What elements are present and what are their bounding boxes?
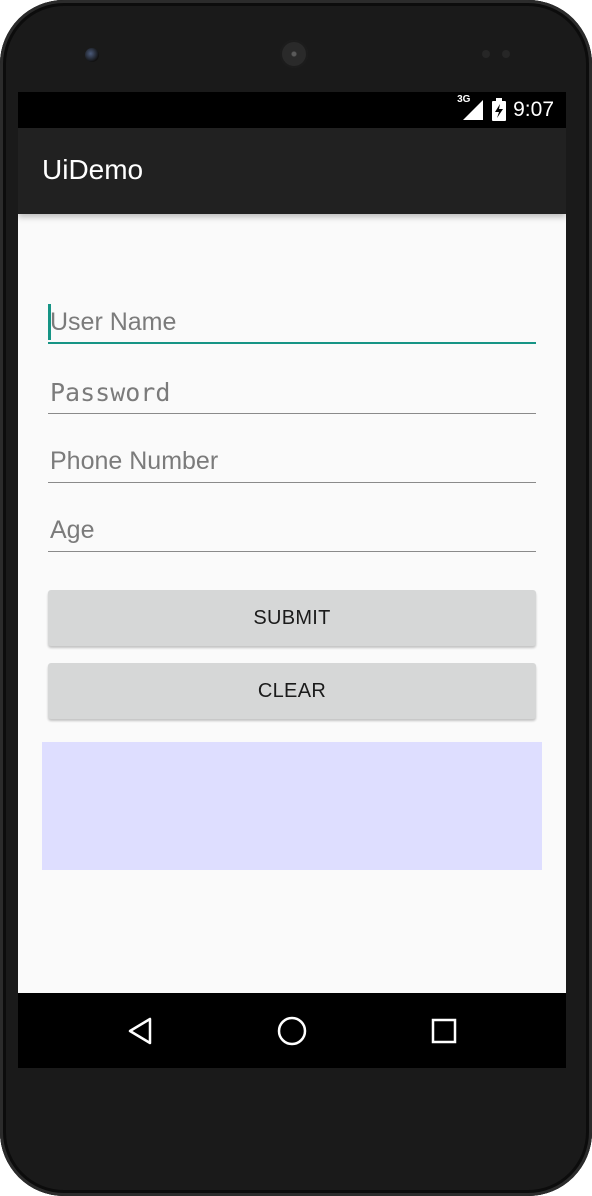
age-field[interactable]: Age [48,516,536,552]
battery-charging-icon [491,98,507,122]
front-camera-icon [85,48,99,62]
age-placeholder: Age [50,516,95,544]
username-field[interactable]: User Name [48,304,536,344]
light-sensor-icon [502,50,510,58]
output-panel [42,742,542,870]
app-bar: UiDemo [18,128,566,214]
proximity-sensor-icon [482,50,490,58]
status-icons: 3G 9:07 [457,92,554,128]
signal-3g-icon: 3G [457,94,485,122]
username-underline [48,342,536,344]
home-icon[interactable] [272,1013,312,1049]
phone-number-underline [48,482,536,483]
password-field[interactable]: Password [48,378,536,414]
status-bar: 3G 9:07 [18,92,566,128]
recents-icon[interactable] [424,1013,464,1049]
network-type-label: 3G [457,94,471,105]
back-icon[interactable] [120,1013,160,1049]
age-underline [48,551,536,552]
phone-frame: 3G 9:07 UiDemo User Name Password Phone … [0,0,592,1196]
password-placeholder: Password [50,378,171,407]
screen: 3G 9:07 UiDemo User Name Password Phone … [18,92,566,1068]
earpiece-speaker-icon [280,40,308,68]
clear-button[interactable]: CLEAR [48,663,536,719]
status-time: 9:07 [513,98,554,121]
navigation-bar [18,993,566,1068]
username-placeholder: User Name [50,308,177,336]
password-underline [48,413,536,414]
app-title: UiDemo [42,154,144,185]
phone-number-placeholder: Phone Number [50,447,219,475]
phone-number-field[interactable]: Phone Number [48,447,536,483]
submit-button[interactable]: SUBMIT [48,590,536,646]
